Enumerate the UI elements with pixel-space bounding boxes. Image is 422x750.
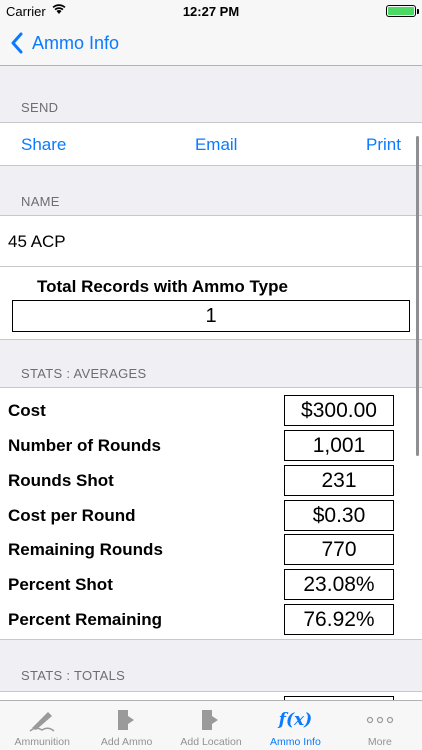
total-records-label: Total Records with Ammo Type (37, 277, 288, 296)
pen-icon (27, 706, 57, 734)
battery-icon (386, 5, 419, 17)
totals-table (0, 691, 422, 700)
stat-row-rounds-shot: Rounds Shot 231 (0, 463, 422, 497)
send-row: Share Email Print (0, 122, 422, 166)
print-button[interactable]: Print (366, 135, 401, 155)
tab-ammo-info[interactable]: f(x) Ammo Info (253, 701, 337, 750)
send-section-header: SEND (21, 100, 59, 115)
stat-value: 76.92% (284, 604, 394, 635)
stat-row-percent-shot: Percent Shot 23.08% (0, 567, 422, 601)
share-button[interactable]: Share (21, 135, 66, 155)
email-button[interactable]: Email (195, 135, 238, 155)
more-icon (365, 706, 395, 734)
chevron-left-icon (11, 32, 23, 54)
stat-row-remaining-rounds: Remaining Rounds 770 (0, 532, 422, 566)
tab-label: Add Location (180, 736, 242, 748)
tab-label: Ammunition (14, 736, 70, 748)
stat-label: Percent Remaining (8, 610, 162, 629)
stat-row-percent-remaining: Percent Remaining 76.92% (0, 602, 422, 636)
stat-value: $0.30 (284, 500, 394, 531)
tab-add-ammo[interactable]: Add Ammo (84, 701, 168, 750)
navigation-bar: Ammo Info (0, 22, 422, 66)
stat-value: $300.00 (284, 395, 394, 426)
stat-value: 231 (284, 465, 394, 496)
content-scroll-area[interactable]: SEND Share Email Print NAME 45 ACP Total… (0, 66, 422, 700)
stat-label: Number of Rounds (8, 436, 161, 455)
back-button[interactable]: Ammo Info (10, 32, 119, 54)
stat-label: Cost per Round (8, 506, 136, 525)
totals-section-header: STATS : TOTALS (21, 668, 126, 683)
stat-value: 1,001 (284, 430, 394, 461)
stat-value: 23.08% (284, 569, 394, 600)
tab-label: More (367, 736, 392, 748)
averages-section-header: STATS : AVERAGES (21, 366, 147, 381)
total-records-cell: Total Records with Ammo Type 1 (0, 267, 422, 340)
total-records-value: 1 (12, 300, 410, 332)
stat-label: Rounds Shot (8, 471, 114, 490)
ammo-name: 45 ACP (8, 232, 66, 251)
averages-table: Cost $300.00 Number of Rounds 1,001 Roun… (0, 387, 422, 640)
back-button-label: Ammo Info (32, 32, 120, 53)
tab-bar: Ammunition Add Ammo Add Location f(x) Am… (0, 700, 422, 750)
status-bar: Carrier 12:27 PM (0, 0, 422, 22)
add-document-icon (196, 706, 226, 734)
stat-row-cost-per-round: Cost per Round $0.30 (0, 498, 422, 532)
stat-row-number-of-rounds: Number of Rounds 1,001 (0, 428, 422, 462)
tab-add-location[interactable]: Add Location (169, 701, 253, 750)
stat-label: Remaining Rounds (8, 540, 163, 559)
stat-value: 770 (284, 534, 394, 565)
name-section-header: NAME (21, 194, 60, 209)
status-time: 12:27 PM (182, 4, 240, 19)
tab-more[interactable]: More (338, 701, 422, 750)
tab-label: Add Ammo (100, 736, 153, 748)
function-icon: f(x) (278, 710, 313, 730)
add-document-icon (112, 706, 142, 734)
stat-label: Percent Shot (8, 575, 113, 594)
stat-label: Cost (8, 401, 46, 420)
tab-label: Ammo Info (270, 736, 321, 748)
stat-row-cost: Cost $300.00 (0, 393, 422, 427)
name-cell[interactable]: 45 ACP (0, 215, 422, 267)
scrollbar[interactable] (416, 136, 419, 456)
tab-ammunition[interactable]: Ammunition (0, 701, 84, 750)
